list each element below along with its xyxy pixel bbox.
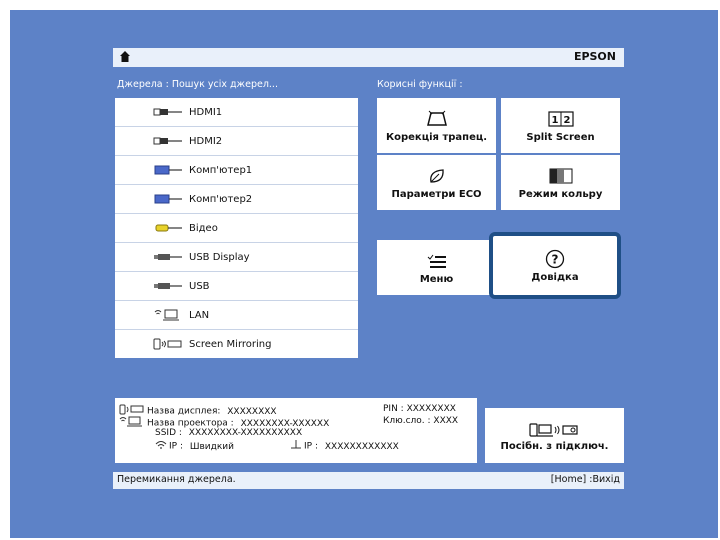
svg-text:?: ? — [552, 253, 559, 267]
source-item-hdmi1[interactable]: HDMI1 — [115, 98, 358, 127]
hdmi-icon — [147, 136, 183, 146]
source-item-hdmi2[interactable]: HDMI2 — [115, 127, 358, 156]
connection-guide-button[interactable]: Посібн. з підключ. — [485, 408, 624, 463]
wireless-ip-value: Швидкий — [189, 441, 234, 452]
hdmi-icon — [147, 107, 183, 117]
usb-display-icon — [147, 252, 183, 262]
source-item-label: Відео — [189, 222, 218, 234]
status-hint: Перемикання джерела. — [117, 474, 236, 485]
source-item-usb[interactable]: USB — [115, 272, 358, 301]
projector-name-value: XXXXXXXX-XXXXXX — [240, 418, 330, 429]
eco-settings-label: Параметри ECO — [391, 189, 482, 200]
lan-icon — [119, 416, 147, 430]
home-icon[interactable] — [119, 50, 131, 64]
key-label: Клю.сло. : — [383, 416, 431, 426]
pin-value: XXXXXXXX — [406, 404, 456, 414]
wired-ip-value: XXXXXXXXXXXX — [324, 441, 399, 452]
help-button[interactable]: ? Довідка — [489, 232, 621, 299]
wireless-ip-label: IP : — [169, 441, 183, 452]
source-item-usb-display[interactable]: USB Display — [115, 243, 358, 272]
network-info-panel: Назва дисплея: XXXXXXXX PIN : XXXXXXXX Н… — [115, 398, 477, 463]
display-name-label: Назва дисплея: — [147, 406, 221, 417]
lan-icon — [147, 309, 183, 321]
source-item-label: Комп'ютер1 — [189, 164, 253, 176]
sources-label: Джерела : Пошук усіх джерел... — [117, 79, 278, 90]
svg-text:2: 2 — [563, 115, 570, 126]
source-item-label: HDMI1 — [189, 106, 223, 118]
source-item-label: USB — [189, 280, 210, 292]
video-icon — [147, 223, 183, 233]
display-name-value: XXXXXXXX — [227, 406, 277, 417]
keystone-button[interactable]: Корекція трапец. — [377, 98, 496, 153]
help-label: Довідка — [531, 272, 579, 283]
split-screen-button[interactable]: 12 Split Screen — [501, 98, 620, 153]
connection-guide-icon — [528, 419, 581, 441]
source-item-computer2[interactable]: Комп'ютер2 — [115, 185, 358, 214]
source-item-label: Screen Mirroring — [189, 338, 272, 350]
connection-guide-label: Посібн. з підключ. — [500, 441, 609, 452]
wired-ip-label: IP : — [304, 441, 318, 452]
menu-list-icon — [427, 250, 447, 272]
source-item-video[interactable]: Відео — [115, 214, 358, 243]
help-question-icon: ? — [545, 248, 565, 270]
source-item-lan[interactable]: LAN — [115, 301, 358, 330]
status-bar: Перемикання джерела. [Home] :Вихід — [113, 472, 624, 489]
split-screen-label: Split Screen — [526, 132, 595, 143]
eco-settings-button[interactable]: Параметри ECO — [377, 155, 496, 210]
exit-hint: [Home] :Вихід — [550, 474, 620, 485]
source-item-label: USB Display — [189, 251, 250, 263]
source-item-screen-mirroring[interactable]: Screen Mirroring — [115, 330, 358, 358]
ssid-value: XXXXXXXX-XXXXXXXXXX — [188, 428, 303, 438]
keystone-icon — [425, 108, 449, 130]
brand-logo: EPSON — [573, 50, 616, 63]
top-bar: EPSON — [113, 48, 624, 67]
svg-text:1: 1 — [551, 115, 558, 126]
split-screen-icon: 12 — [547, 108, 574, 130]
usb-icon — [147, 281, 183, 291]
functions-label: Корисні функції : — [377, 79, 463, 90]
key-value: XXXX — [433, 416, 459, 426]
color-mode-icon — [549, 165, 573, 187]
source-item-label: LAN — [189, 309, 210, 321]
screen-mirroring-icon — [147, 338, 183, 350]
source-item-label: Комп'ютер2 — [189, 193, 253, 205]
wifi-icon — [155, 440, 169, 452]
color-mode-button[interactable]: Режим кольру — [501, 155, 620, 210]
computer-icon — [147, 194, 183, 204]
source-item-computer1[interactable]: Комп'ютер1 — [115, 156, 358, 185]
menu-button[interactable]: Меню — [377, 240, 496, 295]
color-mode-label: Режим кольру — [518, 189, 603, 200]
pin-label: PIN : — [383, 404, 404, 414]
projector-name-label: Назва проектора : — [147, 418, 234, 429]
source-list: HDMI1 HDMI2 Комп'ютер1 Комп'ютер2 Відео … — [115, 98, 358, 358]
eco-leaf-icon — [427, 165, 447, 187]
keystone-label: Корекція трапец. — [385, 132, 488, 143]
wired-lan-icon — [290, 440, 304, 452]
ssid-label: SSID : — [155, 428, 182, 438]
menu-label: Меню — [419, 274, 454, 285]
source-item-label: HDMI2 — [189, 135, 223, 147]
computer-icon — [147, 165, 183, 175]
